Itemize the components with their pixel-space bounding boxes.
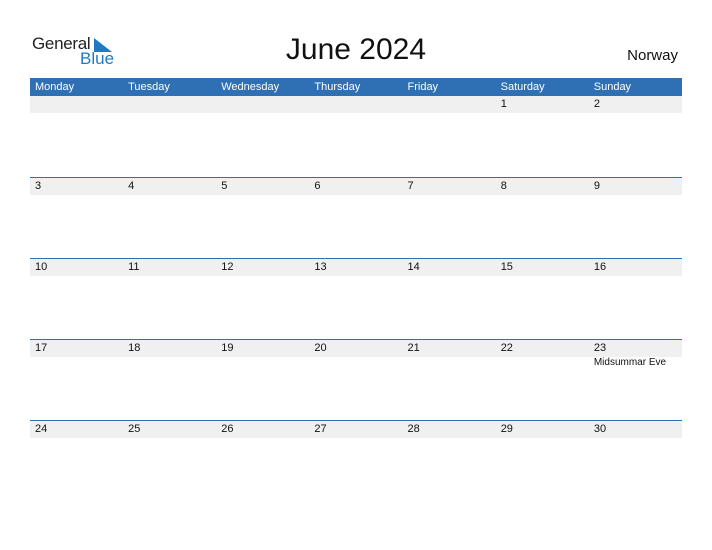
day-number: 17 — [35, 342, 48, 354]
day-cell[interactable]: 23 Midsummar Eve — [589, 340, 682, 420]
day-cell[interactable]: 4 — [123, 178, 216, 258]
day-number: 5 — [221, 180, 228, 192]
day-cell[interactable]: 24 — [30, 421, 123, 501]
day-number: 11 — [128, 261, 140, 273]
day-cell[interactable]: 25 — [123, 421, 216, 501]
day-cell[interactable]: 16 — [589, 259, 682, 339]
day-number: 28 — [407, 423, 420, 435]
day-cell[interactable]: 18 — [123, 340, 216, 420]
day-cell[interactable]: 19 — [216, 340, 309, 420]
day-number: 22 — [500, 342, 513, 354]
day-cell[interactable]: 8 — [496, 178, 589, 258]
day-number: 8 — [500, 180, 507, 192]
weekday-label: Sunday — [593, 81, 632, 93]
day-cell[interactable]: 12 — [216, 259, 309, 339]
day-cell[interactable]: 6 — [309, 178, 402, 258]
day-cell[interactable]: 28 — [403, 421, 496, 501]
day-number: 12 — [221, 261, 234, 273]
day-number: 16 — [593, 261, 607, 273]
day-cell[interactable] — [216, 96, 309, 176]
day-cell[interactable]: 3 — [30, 178, 123, 258]
week-row: 12 — [30, 96, 682, 177]
day-number: 13 — [314, 261, 327, 273]
day-number: 3 — [35, 180, 42, 192]
day-number: 2 — [593, 98, 600, 110]
weekday-header: Monday Tuesday Wednesday Thursday Friday… — [30, 78, 682, 96]
day-number: 29 — [500, 423, 513, 435]
day-cell[interactable]: 20 — [309, 340, 402, 420]
day-number: 7 — [407, 180, 414, 192]
day-cell[interactable]: 9 — [589, 178, 682, 258]
page-title: June 2024 — [285, 33, 427, 66]
day-number: 9 — [593, 180, 600, 192]
day-number: 27 — [314, 423, 327, 435]
day-cell[interactable]: 29 — [496, 421, 589, 501]
day-cell[interactable] — [123, 96, 216, 176]
day-cell[interactable]: 15 — [496, 259, 589, 339]
weekday-label: Monday — [35, 81, 75, 93]
day-cell[interactable] — [30, 96, 123, 176]
day-number: 10 — [35, 261, 48, 273]
week-row: 24 25 26 27 28 29 30 — [30, 420, 682, 502]
day-number: 24 — [35, 423, 48, 435]
day-number: 4 — [128, 180, 135, 192]
day-cell[interactable]: 17 — [30, 340, 123, 420]
country-label: Norway — [627, 47, 678, 64]
day-cell[interactable]: 7 — [403, 178, 496, 258]
day-number: 25 — [128, 423, 141, 435]
day-number: 18 — [128, 342, 141, 354]
day-number: 20 — [314, 342, 327, 354]
day-cell[interactable]: 13 — [309, 259, 402, 339]
day-number: 1 — [500, 98, 507, 110]
week-row: 3 4 5 6 7 8 9 — [30, 177, 682, 259]
day-cell[interactable]: 5 — [216, 178, 309, 258]
holiday-label: Midsummar Eve — [593, 357, 667, 368]
day-number: 21 — [407, 342, 420, 354]
day-cell[interactable]: 21 — [403, 340, 496, 420]
weekday-label: Friday — [407, 81, 439, 93]
day-cell[interactable]: 11 — [123, 259, 216, 339]
day-cell[interactable] — [309, 96, 402, 176]
day-number: 15 — [500, 261, 513, 273]
day-cell[interactable]: 10 — [30, 259, 123, 339]
weekday-label: Thursday — [314, 81, 361, 93]
weekday-label: Tuesday — [128, 81, 170, 93]
day-cell[interactable]: 22 — [496, 340, 589, 420]
day-number: 30 — [593, 423, 607, 435]
week-row: 17 18 19 20 21 22 23 Midsummar Eve — [30, 339, 682, 421]
day-cell[interactable]: 14 — [403, 259, 496, 339]
day-cell[interactable]: 1 — [496, 96, 589, 176]
day-cell[interactable]: 30 — [589, 421, 682, 501]
week-row: 10 11 12 13 14 15 16 — [30, 258, 682, 340]
day-number: 23 — [593, 342, 607, 354]
day-number: 14 — [407, 261, 420, 273]
day-cell[interactable]: 27 — [309, 421, 402, 501]
weekday-label: Wednesday — [221, 81, 280, 93]
day-number: 6 — [314, 180, 321, 192]
day-cell[interactable] — [403, 96, 496, 176]
day-number: 19 — [221, 342, 234, 354]
weekday-label: Saturday — [500, 81, 545, 93]
day-number: 26 — [221, 423, 234, 435]
day-cell[interactable]: 2 — [589, 96, 682, 176]
day-cell[interactable]: 26 — [216, 421, 309, 501]
